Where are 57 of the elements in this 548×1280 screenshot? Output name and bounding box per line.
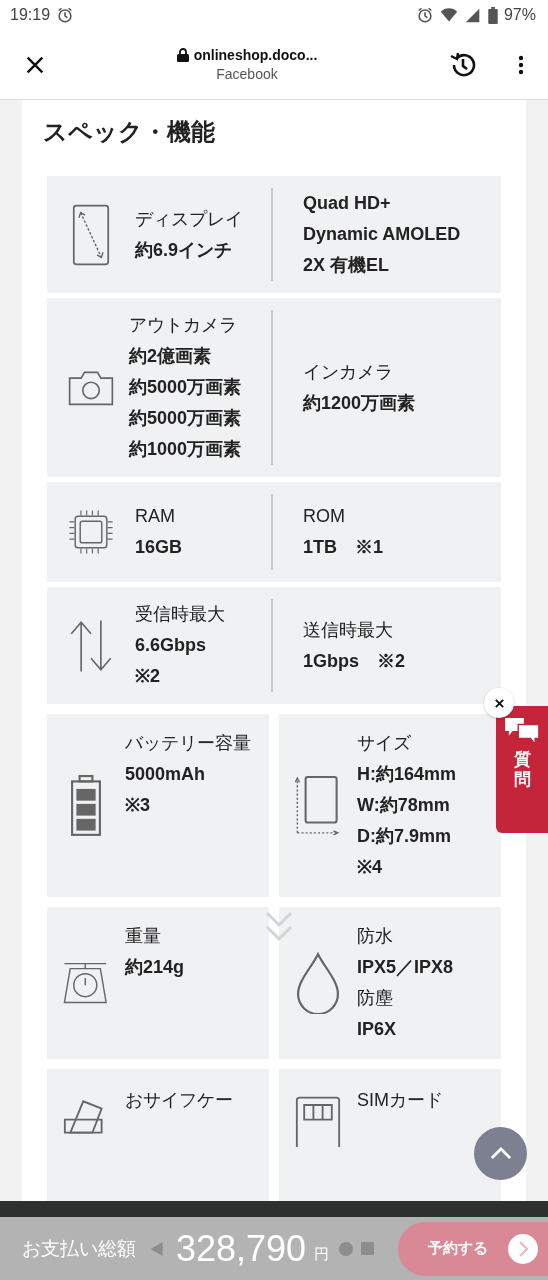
total-label: お支払い総額 — [22, 1236, 136, 1261]
spec-text: RAM — [135, 505, 176, 528]
lock-icon — [176, 48, 189, 62]
spec-text: 送信時最大 — [303, 618, 394, 642]
spec-text: 16GB — [135, 536, 184, 559]
battery-percent: 97% — [503, 6, 536, 24]
spec-text: IP6X — [357, 1018, 398, 1041]
battery-icon — [487, 6, 498, 24]
signal-icon — [463, 6, 482, 24]
spec-text: 約2億画素 — [129, 345, 212, 368]
water-drop-icon — [295, 952, 341, 1014]
spec-text: 約1200万画素 — [303, 391, 417, 415]
dimensions-icon — [295, 774, 341, 837]
total-amount: 328,790 — [176, 1227, 307, 1270]
spec-text: 約6.9インチ — [135, 238, 234, 262]
spec-text: D:約7.9mm — [357, 825, 453, 848]
section-title: スペック・機能 — [43, 117, 216, 147]
spec-text: サイズ — [357, 732, 412, 755]
spec-text: 6.6Gbps — [135, 634, 208, 657]
chevron-right-icon — [508, 1233, 538, 1264]
spec-text: 防水 — [357, 925, 394, 948]
spec-text: ※4 — [357, 856, 383, 879]
spec-text: ※2 — [135, 665, 161, 688]
spec-text: 受信時最大 — [135, 603, 226, 626]
spec-text: バッテリー容量 — [125, 732, 252, 755]
spec-text: 約214g — [125, 956, 186, 979]
spec-text: SIMカード — [357, 1089, 444, 1112]
spec-text: Quad HD+ Dynamic AMOLED 2X 有機EL — [303, 192, 461, 277]
spec-text: 重量 — [125, 925, 162, 948]
spec-text: 約5000万画素 — [129, 407, 243, 430]
wifi-icon — [439, 6, 458, 24]
spec-text: H:約164mm — [357, 763, 458, 786]
spec-text: 防塵 — [357, 987, 394, 1010]
spec-text: アウトカメラ — [129, 314, 238, 337]
spec-text: 約1000万画素 — [129, 438, 243, 461]
spec-text: W:約78mm — [357, 794, 451, 817]
chevron-up-icon — [489, 1147, 512, 1160]
scroll-down-icon — [265, 911, 293, 943]
spec-text: 1TB ※1 — [303, 536, 384, 559]
spec-text: IPX5／IPX8 — [357, 956, 455, 979]
spec-text: おサイフケー — [125, 1089, 234, 1112]
clock-time: 19:19 — [10, 6, 51, 24]
spec-text: ※3 — [125, 794, 151, 817]
spec-text: 1Gbps ※2 — [303, 649, 407, 673]
currency-unit: 円 — [314, 1245, 330, 1264]
question-tab[interactable]: 質問 — [496, 706, 548, 833]
spec-text: インカメラ — [303, 360, 394, 384]
spec-text: ROM — [303, 505, 346, 528]
alarm-icon — [415, 6, 434, 24]
close-icon — [493, 697, 505, 709]
spec-text: 約5000万画素 — [129, 376, 243, 399]
spec-text: 5000mAh — [125, 763, 207, 786]
page-url: onlineshop.doco... — [193, 47, 318, 63]
more-icon[interactable] — [518, 54, 524, 75]
spec-text: ディスプレイ — [135, 207, 244, 231]
page-source: Facebook — [216, 66, 278, 82]
alarm-icon — [56, 6, 75, 24]
